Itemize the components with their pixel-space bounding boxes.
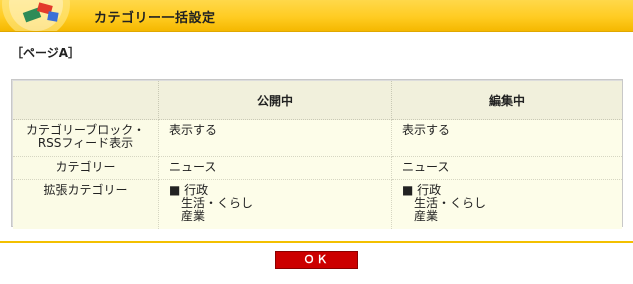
list-item: 産業 bbox=[414, 209, 439, 223]
column-header-label bbox=[13, 81, 159, 120]
cell-public-block-rss: 表示する bbox=[159, 120, 392, 157]
table-header-row: 公開中 編集中 bbox=[13, 81, 622, 120]
row-label-line: RSSフィード表示 bbox=[37, 136, 134, 150]
settings-table: 公開中 編集中 カテゴリーブロック・ RSSフィード表示 表示する 表示する カ… bbox=[13, 81, 622, 229]
cell-public-category: ニュース bbox=[159, 157, 392, 180]
cell-public-extended-category: ■ 行政 生活・くらし 産業 bbox=[159, 180, 392, 229]
cell-editing-category: ニュース bbox=[392, 157, 622, 180]
column-header-public: 公開中 bbox=[159, 81, 392, 120]
list-item: ■ 行政 bbox=[169, 183, 209, 197]
page-title: カテゴリー一括設定 bbox=[94, 11, 216, 26]
header-bar: カテゴリー一括設定 bbox=[0, 0, 633, 32]
category-logo-icon bbox=[2, 0, 70, 31]
footer-divider bbox=[0, 241, 633, 243]
list-item: 産業 bbox=[181, 209, 206, 223]
table-row: カテゴリー ニュース ニュース bbox=[13, 157, 622, 180]
table-row: カテゴリーブロック・ RSSフィード表示 表示する 表示する bbox=[13, 120, 622, 157]
column-header-editing: 編集中 bbox=[392, 81, 622, 120]
row-label-category: カテゴリー bbox=[13, 157, 159, 180]
category-settings-table: 公開中 編集中 カテゴリーブロック・ RSSフィード表示 表示する 表示する カ… bbox=[11, 79, 623, 229]
cell-editing-block-rss: 表示する bbox=[392, 120, 622, 157]
row-label-line: カテゴリーブロック・ bbox=[25, 123, 146, 137]
row-label-block-rss: カテゴリーブロック・ RSSフィード表示 bbox=[13, 120, 159, 157]
row-label-extended-category: 拡張カテゴリー bbox=[13, 180, 159, 229]
cell-editing-extended-category: ■ 行政 生活・くらし 産業 bbox=[392, 180, 622, 229]
page-label: ［ページA］ bbox=[11, 46, 81, 60]
table-row: 拡張カテゴリー ■ 行政 生活・くらし 産業 ■ 行政 生活・くらし 産業 bbox=[13, 180, 622, 229]
list-item: ■ 行政 bbox=[402, 183, 442, 197]
ok-button[interactable]: ＯＫ bbox=[275, 251, 358, 269]
